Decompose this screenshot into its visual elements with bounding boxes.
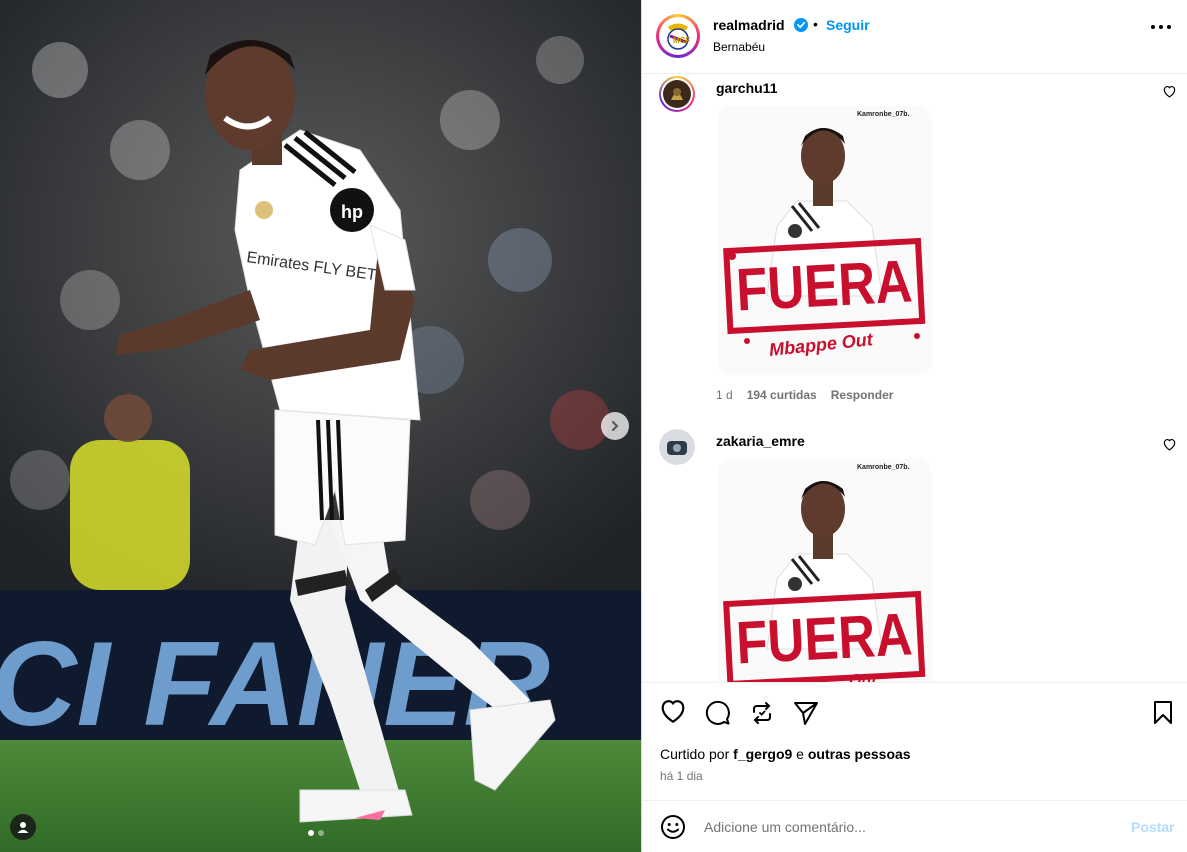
sticker-watermark: Kamronbe_07b.: [857, 111, 910, 118]
real-madrid-crest-icon: MCF: [667, 23, 690, 50]
carousel-dot-active: [308, 830, 314, 836]
more-options-icon[interactable]: [1150, 24, 1172, 30]
account-avatar[interactable]: MCF: [656, 14, 700, 58]
user-avatar-image: [659, 429, 695, 465]
sticker-watermark: Kamronbe_07b.: [857, 464, 910, 471]
comment-item: zakaria_emre Kamronbe_07b. FUERA Out: [642, 427, 1187, 682]
sticker-subline: Out: [849, 672, 877, 682]
post-location[interactable]: Bernabéu: [713, 40, 765, 54]
carousel-next-button[interactable]: [601, 412, 629, 440]
fuera-sticker-image: Kamronbe_07b. FUERA Out: [717, 459, 932, 682]
verified-badge-icon: [794, 18, 808, 32]
like-heart-icon[interactable]: [660, 700, 686, 724]
comment-avatar[interactable]: [659, 429, 695, 465]
comment-age: 1 d: [716, 388, 733, 402]
player-photo: CI FANER hp Emirates FLY BETTER: [0, 0, 641, 852]
comment-username[interactable]: zakaria_emre: [716, 433, 805, 449]
likes-user[interactable]: f_gergo9: [733, 746, 792, 762]
sticker-headline: FUERA: [735, 247, 914, 323]
comment-icon[interactable]: [705, 700, 731, 726]
account-username[interactable]: realmadrid: [713, 17, 785, 33]
comment-like-icon[interactable]: [1163, 86, 1176, 98]
comment-sticker[interactable]: Kamronbe_07b. FUERA Mbappe Out: [717, 106, 932, 375]
share-icon[interactable]: [793, 700, 819, 726]
likes-others[interactable]: outras pessoas: [808, 746, 911, 762]
follow-button[interactable]: Seguir: [826, 17, 870, 33]
post-actions: Curtido por f_gergo9 e outras pessoas há…: [642, 682, 1187, 800]
tagged-users-button[interactable]: [10, 814, 36, 840]
comment-avatar[interactable]: [659, 76, 695, 112]
likes-summary: Curtido por f_gergo9 e outras pessoas: [660, 746, 911, 762]
carousel-dot: [318, 830, 324, 836]
post-header: MCF realmadrid • Seguir Bernabéu: [642, 0, 1187, 74]
post-comment-button[interactable]: Postar: [1131, 819, 1175, 835]
post-sidebar: MCF realmadrid • Seguir Bernabéu garchu1…: [641, 0, 1187, 852]
reply-button[interactable]: Responder: [831, 388, 894, 402]
sticker-headline: FUERA: [735, 600, 914, 676]
post-media: CI FANER hp Emirates FLY BETTER: [0, 0, 641, 852]
comments-list[interactable]: garchu11 Kamronbe_07b. FUERA Mbappe Out …: [642, 74, 1187, 682]
shirt-sponsor-logo: hp: [341, 202, 363, 222]
user-avatar-image: [663, 80, 691, 108]
emoji-icon[interactable]: [660, 814, 686, 840]
comment-item: garchu11 Kamronbe_07b. FUERA Mbappe Out …: [642, 74, 1187, 424]
save-bookmark-icon[interactable]: [1152, 700, 1174, 726]
user-tag-icon: [17, 822, 29, 833]
likes-prefix: Curtido por: [660, 746, 730, 762]
likes-middle: e: [796, 746, 804, 762]
repost-icon[interactable]: [749, 700, 775, 726]
comment-input[interactable]: [704, 815, 1104, 839]
comment-like-icon[interactable]: [1163, 439, 1176, 451]
comment-username[interactable]: garchu11: [716, 80, 777, 96]
comment-composer: Postar: [642, 800, 1187, 852]
header-separator: •: [813, 16, 818, 32]
comment-likes-count[interactable]: 194 curtidas: [747, 388, 817, 402]
fuera-sticker-image: Kamronbe_07b. FUERA Mbappe Out: [717, 106, 932, 375]
chevron-right-icon: [612, 421, 619, 431]
carousel-indicator: [308, 830, 324, 836]
svg-text:MCF: MCF: [673, 36, 690, 45]
comment-sticker[interactable]: Kamronbe_07b. FUERA Out: [717, 459, 932, 682]
post-timestamp[interactable]: há 1 dia: [660, 769, 703, 783]
comment-meta: 1 d 194 curtidas Responder: [716, 388, 893, 402]
